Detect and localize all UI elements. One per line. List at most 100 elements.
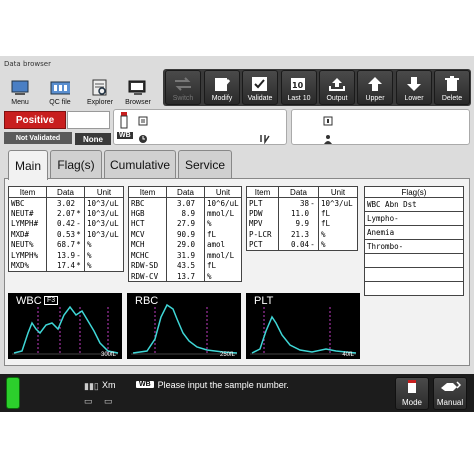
- upper-arrow-icon: [365, 75, 385, 93]
- tab-service[interactable]: Service: [178, 150, 232, 178]
- mode-button[interactable]: Mode: [395, 377, 429, 410]
- last10-button[interactable]: 10 Last 10: [281, 70, 317, 105]
- flag-item: [364, 267, 464, 282]
- status-message: Please input the sample number.: [157, 379, 289, 390]
- item-header: Item: [8, 186, 47, 198]
- result-value-cell: 3.07: [166, 197, 205, 208]
- result-value: 3.02: [56, 198, 75, 208]
- result-flag: *: [76, 261, 81, 270]
- wbc-results-table: Item Data Unit WBC 3.02 10^3/uL NEUT# 2.07* 1…: [8, 186, 124, 272]
- qc-file-label: QC file: [49, 99, 71, 106]
- result-item: MXD#: [8, 229, 47, 240]
- result-unit: amol: [204, 239, 242, 250]
- result-unit: 10^3/uL: [84, 218, 124, 229]
- flag-item: Thrombo-: [364, 239, 464, 254]
- output-icon: [327, 75, 347, 93]
- result-value-cell: 38-: [278, 197, 319, 208]
- table-row: NEUT% 68.7*%: [8, 239, 124, 250]
- plt-histogram[interactable]: PLT 40fL: [246, 293, 360, 359]
- sample-info-panel[interactable]: WB: [113, 109, 287, 145]
- validate-icon: [250, 75, 270, 93]
- browser-button[interactable]: Browser: [120, 70, 156, 108]
- switch-button[interactable]: Switch: [165, 70, 201, 105]
- result-item: RDW-CV: [128, 271, 167, 282]
- result-item: MCH: [128, 239, 167, 250]
- qc-file-button[interactable]: QC file: [42, 70, 78, 108]
- result-flag: *: [76, 208, 81, 218]
- modify-label: Modify: [211, 95, 233, 102]
- rbc-histogram[interactable]: RBC 250fL: [127, 293, 241, 359]
- result-flag: *: [76, 240, 81, 250]
- result-value: 90.9: [176, 229, 195, 239]
- browser-label: Browser: [125, 99, 151, 106]
- result-item: RDW-SD: [128, 260, 167, 271]
- last10-label: Last 10: [287, 95, 311, 102]
- item-header: Item: [128, 186, 167, 198]
- upper-button[interactable]: Upper: [357, 70, 393, 105]
- result-item: NEUT%: [8, 239, 47, 250]
- result-value-cell: 21.3: [278, 229, 319, 240]
- switch-icon: [173, 75, 193, 93]
- rack-icon: [259, 131, 271, 149]
- lower-button[interactable]: Lower: [396, 70, 432, 105]
- table-row: RDW-SD 43.5 fL: [128, 260, 242, 271]
- result-flag: -: [76, 250, 81, 260]
- result-value-cell: 0.53*: [46, 229, 85, 240]
- wbc-histogram[interactable]: WBC F3 300fL: [8, 293, 122, 359]
- tab-cumulative[interactable]: Cumulative: [104, 150, 176, 178]
- result-flag: -: [310, 198, 315, 208]
- result-value: 13.9: [56, 250, 75, 260]
- manual-icon: [439, 380, 462, 396]
- modify-button[interactable]: Modify: [204, 70, 240, 105]
- table-row: PLT 38- 10^3/uL: [246, 197, 358, 208]
- result-item: P-LCR: [246, 229, 279, 240]
- result-item: HCT: [128, 218, 167, 229]
- lower-arrow-icon: [404, 75, 424, 93]
- result-item: PLT: [246, 197, 279, 208]
- flag-row: [364, 281, 464, 296]
- result-unit: 10^3/uL: [84, 197, 124, 208]
- validate-button[interactable]: Validate: [242, 70, 278, 105]
- result-value-cell: 17.4*: [46, 260, 85, 272]
- result-value: 29.0: [176, 240, 195, 250]
- result-value-cell: 31.9: [166, 250, 205, 261]
- result-unit: 10^3/uL: [84, 229, 124, 240]
- status-blank-field: [67, 111, 110, 129]
- flags-table: Flag(s) WBC Abn Dst Lympho- Anemia Thrombo-: [364, 186, 464, 296]
- validate-label: Validate: [247, 95, 273, 102]
- lower-label: Lower: [404, 95, 424, 102]
- output-button[interactable]: Output: [319, 70, 355, 105]
- patient-info-panel[interactable]: [291, 109, 470, 145]
- table-row: PDW 11.0 fL: [246, 208, 358, 219]
- flag-row: Lympho-: [364, 211, 464, 226]
- result-value: 2.07: [56, 208, 75, 218]
- menu-button[interactable]: Menu: [2, 70, 38, 108]
- tab-flags[interactable]: Flag(s): [50, 150, 102, 178]
- result-unit: %: [204, 218, 242, 229]
- result-item: LYMPH%: [8, 250, 47, 261]
- result-unit: 10^3/uL: [84, 208, 124, 219]
- result-value: 17.4: [56, 261, 75, 270]
- none-badge: None: [75, 133, 111, 145]
- bottom-mode-tag: WB: [136, 381, 154, 388]
- unit-header: Unit: [204, 186, 242, 198]
- result-unit: fL: [204, 260, 242, 271]
- result-value: 9.9: [295, 219, 309, 229]
- trash-icon: [442, 75, 462, 93]
- result-value-cell: 11.0: [278, 208, 319, 219]
- clock-icon: [138, 131, 148, 149]
- printer-icon: ▭: [84, 396, 93, 406]
- data-header: Data: [46, 186, 85, 198]
- result-item: LYMPH#: [8, 218, 47, 229]
- result-unit: fL: [204, 229, 242, 240]
- barcode-icon: ▮▮▯: [84, 381, 99, 391]
- status-message-area: WB Please input the sample number.: [136, 378, 392, 391]
- explorer-button[interactable]: Explorer: [82, 70, 118, 108]
- table-row: MXD% 17.4*%: [8, 260, 124, 272]
- rbc-results-table: Item Data Unit RBC 3.07 10^6/uL HGB 8.9 mmol/…: [128, 186, 242, 282]
- delete-button[interactable]: Delete: [434, 70, 470, 105]
- tab-main[interactable]: Main: [8, 150, 48, 180]
- manual-button[interactable]: Manual: [433, 377, 467, 410]
- result-value: 68.7: [56, 240, 75, 250]
- result-value: 21.3: [290, 229, 309, 239]
